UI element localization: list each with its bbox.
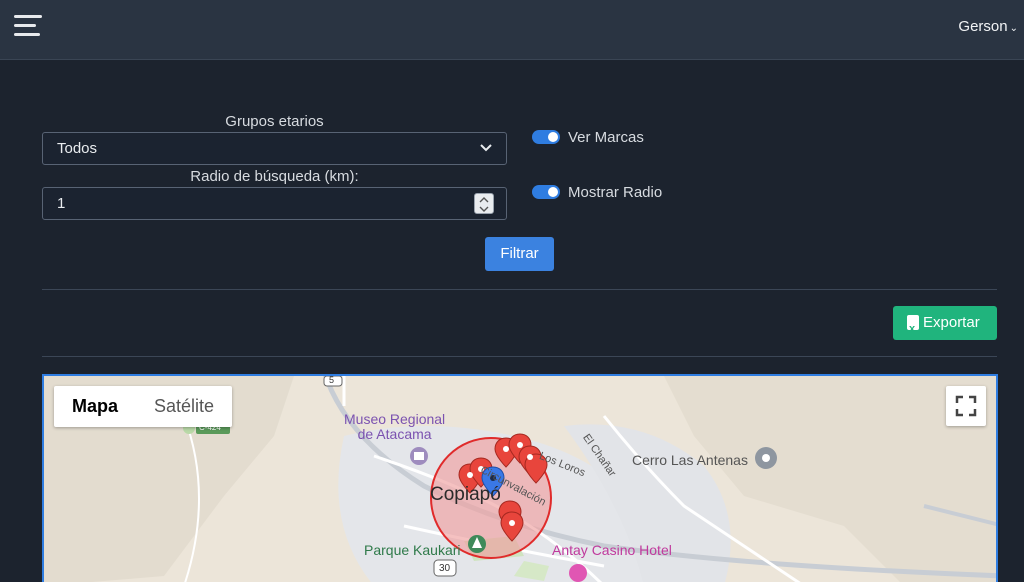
age-group-value: Todos [57,140,98,157]
map-label-cerro: Cerro Las Antenas [632,452,748,468]
filter-button[interactable]: Filtrar [485,237,554,271]
show-marks-toggle[interactable] [532,130,560,144]
export-label: Exportar [923,314,980,331]
map-type-satellite-button[interactable]: Satélite [136,386,232,427]
divider [42,356,997,357]
age-group-select[interactable]: Todos [42,132,507,165]
show-radius-label: Mostrar Radio [568,184,663,201]
radius-label: Radio de búsqueda (km): [190,168,359,185]
map-label-route5: 5 [329,375,335,385]
map[interactable]: Museo Regional de Atacama Cerro Las Ante… [42,374,998,582]
radius-value: 1 [57,195,66,212]
age-group-label: Grupos etarios [225,113,324,130]
map-label-museum: Museo Regional de Atacama [344,411,446,442]
menu-icon[interactable] [14,15,42,37]
map-label-park: Parque Kaukari [364,542,461,558]
user-name: Gerson [958,18,1008,35]
chevron-down-icon [480,144,492,152]
fullscreen-icon [955,395,977,417]
map-type-map-button[interactable]: Mapa [54,386,136,427]
radius-input[interactable]: 1 [42,187,507,220]
number-spinner[interactable] [474,193,494,214]
map-type-control: Mapa Satélite [54,386,233,427]
map-label-route30: 30 [439,563,451,574]
top-bar: Gerson ⌄ [0,0,1024,60]
user-menu[interactable]: Gerson ⌄ [958,18,1018,35]
export-button[interactable]: Exportar [893,306,997,346]
fullscreen-button[interactable] [946,386,986,426]
chevron-down-icon: ⌄ [1009,23,1018,34]
show-marks-label: Ver Marcas [568,129,644,146]
show-radius-toggle[interactable] [532,185,560,199]
excel-icon [907,312,919,346]
map-label-copiapo: Copiapó [430,484,501,505]
map-label-casino: Antay Casino Hotel [552,542,672,558]
divider [42,289,997,290]
spinner-arrows-icon [479,197,489,212]
